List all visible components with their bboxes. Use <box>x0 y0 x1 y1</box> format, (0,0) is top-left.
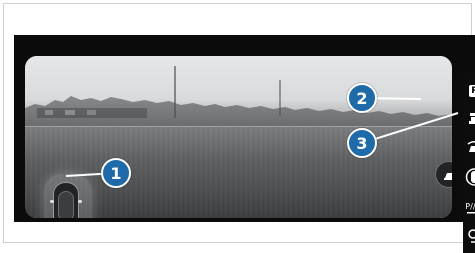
sidebar-item-parking-assist[interactable]: P///A <box>463 194 475 222</box>
camera-view <box>25 56 452 218</box>
360-view-icon <box>463 163 475 191</box>
lift-icon <box>463 105 475 133</box>
parking-assist-label: P///A <box>465 202 475 211</box>
figure-frame: P <box>3 3 472 243</box>
sidebar-item-parking[interactable]: P <box>463 77 475 105</box>
vehicle-top-view[interactable] <box>53 182 79 218</box>
callout-3: 3 <box>347 128 377 158</box>
camera-function-button[interactable] <box>435 161 452 188</box>
parking-pilot-icon: P <box>469 85 475 97</box>
camera-icon <box>463 135 475 163</box>
camera-function-icon <box>436 162 452 189</box>
callout-2: 2 <box>347 83 377 113</box>
right-mirror <box>78 200 82 203</box>
sidebar-item-360-view[interactable] <box>463 163 475 191</box>
sidebar-item-lift[interactable] <box>463 105 475 133</box>
right-sidebar: P <box>463 73 475 253</box>
parking-assist-icon: P///A <box>463 194 475 222</box>
callout-1: 1 <box>101 158 131 188</box>
left-mirror <box>50 200 54 203</box>
camera-screen: P <box>14 35 475 222</box>
sidebar-item-camera[interactable] <box>463 135 475 163</box>
vehicle-cabin <box>58 191 74 218</box>
